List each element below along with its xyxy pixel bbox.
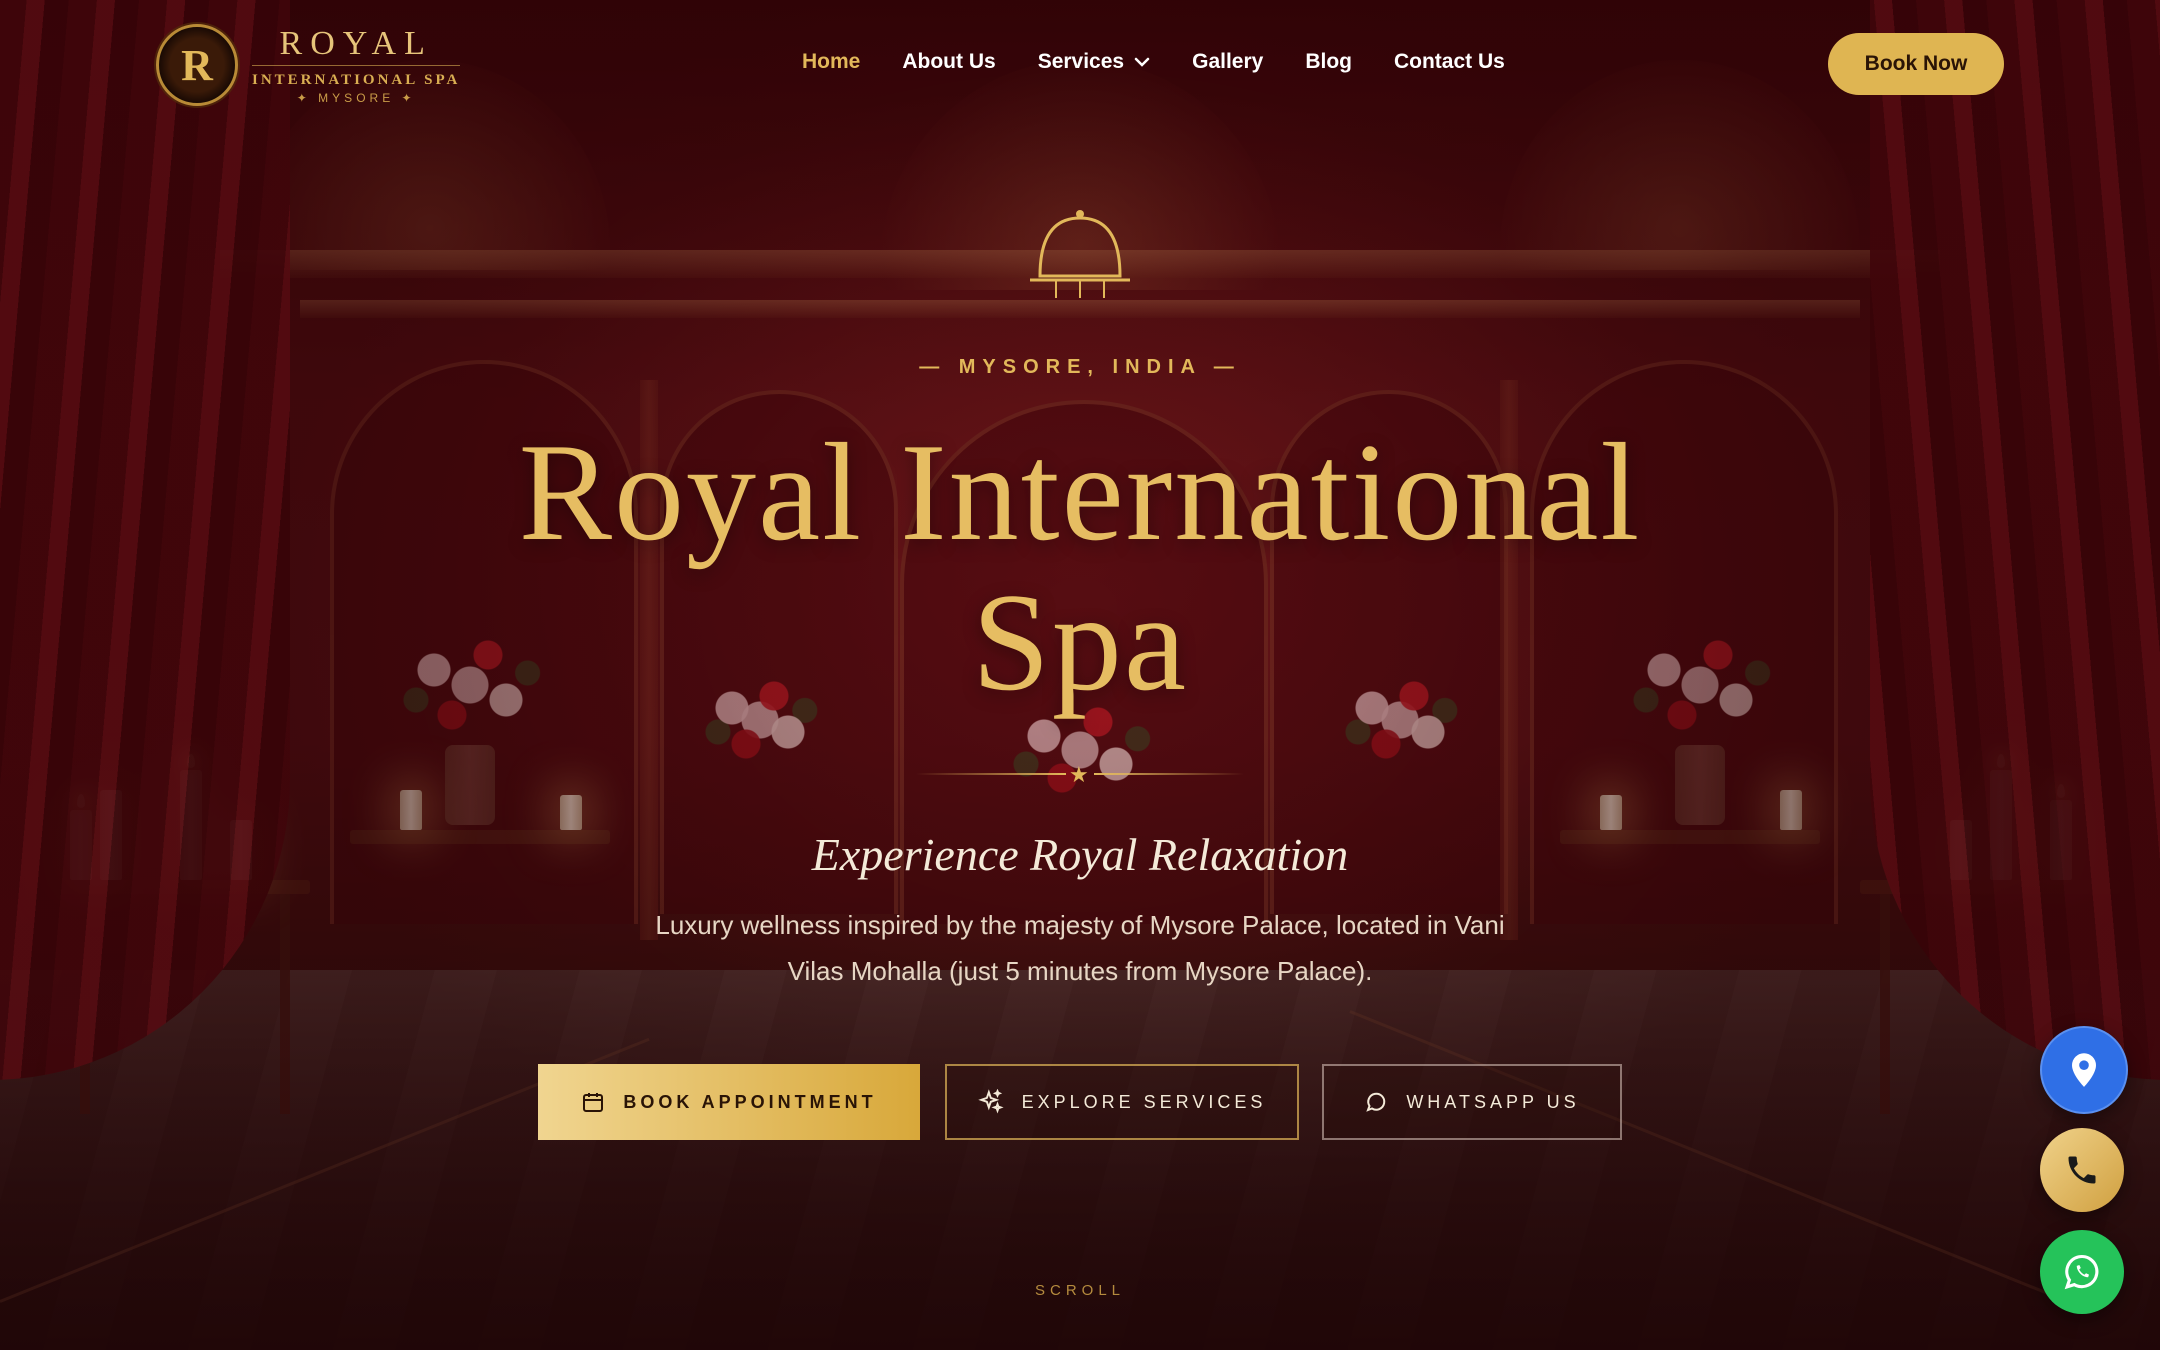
brand-name-top: ROYAL [279,25,433,62]
nav-about-us[interactable]: About Us [902,50,995,74]
hero-description: Luxury wellness inspired by the majesty … [655,910,1505,986]
whatsapp-us-button[interactable]: WHATSAPP US [1322,1064,1622,1140]
whatsapp-icon [2064,1255,2099,1290]
brand-name-mid: INTERNATIONAL SPA [252,65,461,89]
chat-bubble-icon [1366,1092,1386,1112]
nav-services-label: Services [1037,50,1125,73]
site-header: R ROYAL INTERNATIONAL SPA ✦ MYSORE ✦ Hom… [0,0,2160,128]
phone-icon [2068,1156,2096,1184]
brand-logo[interactable]: R ROYAL INTERNATIONAL SPA ✦ MYSORE ✦ [156,24,461,106]
crown-emblem-icon: R [156,24,238,106]
sparkles-icon [977,1089,1004,1114]
emblem-letter: R [181,40,213,90]
nav-services[interactable]: Services [1038,50,1150,74]
brand-wordmark: ROYAL INTERNATIONAL SPA ✦ MYSORE ✦ [252,25,461,105]
map-location-button[interactable] [2040,1026,2128,1114]
calendar-icon [583,1093,604,1112]
whatsapp-us-label: WHATSAPP US [1406,1091,1580,1112]
main-nav: Home About Us Services Gallery Blog Cont… [802,50,1505,74]
brand-name-bottom: ✦ MYSORE ✦ [296,91,416,105]
nav-blog[interactable]: Blog [1305,50,1352,74]
hero-subtitle: Experience Royal Relaxation [811,829,1349,880]
whatsapp-button[interactable] [2040,1230,2124,1314]
hero-location: — MYSORE, INDIA — [919,356,1241,378]
nav-contact-us[interactable]: Contact Us [1394,50,1505,74]
book-now-button[interactable]: Book Now [1828,33,2004,95]
nav-home[interactable]: Home [802,50,860,74]
chevron-down-icon [1134,57,1150,67]
scroll-indicator[interactable]: SCROLL [0,1282,2160,1299]
title-divider-right [1094,773,1244,775]
book-appointment-button[interactable]: BOOK APPOINTMENT [538,1064,920,1140]
explore-services-label: EXPLORE SERVICES [1021,1091,1267,1112]
call-button[interactable] [2040,1128,2124,1212]
hero-title-line2: Spa [972,565,1188,720]
title-divider-left [916,773,1066,775]
explore-services-button[interactable]: EXPLORE SERVICES [945,1064,1299,1140]
hero-title-line1: Royal International [518,415,1642,570]
star-icon: ★ [1069,762,1089,787]
book-appointment-label: BOOK APPOINTMENT [623,1091,877,1112]
nav-gallery[interactable]: Gallery [1192,50,1263,74]
map-pin-icon [2072,1053,2096,1087]
spa-bell-icon [1030,210,1130,298]
hero-title: Royal International Spa [0,418,2160,718]
